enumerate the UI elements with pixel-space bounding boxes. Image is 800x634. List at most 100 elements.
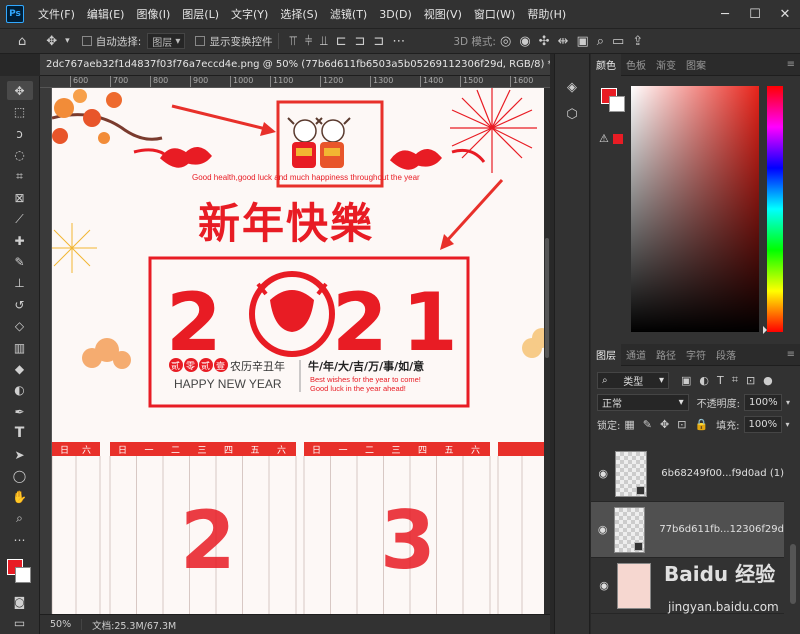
menu-help[interactable]: 帮助(H) [521, 6, 572, 22]
auto-select-checkbox[interactable] [81, 36, 92, 46]
layers-scrollbar[interactable] [790, 544, 796, 604]
lasso-tool-icon[interactable]: ↄ [7, 124, 33, 143]
align-left-icon[interactable]: ⊏ [336, 34, 347, 49]
auto-select-dropdown[interactable]: 图层 ▾ [147, 33, 186, 49]
3d-panel-icon[interactable]: ⬡ [566, 107, 577, 122]
hand-tool-icon[interactable]: ✋ [7, 488, 33, 507]
blend-mode-dropdown[interactable]: 正常 ▾ [597, 393, 689, 411]
path-select-tool-icon[interactable]: ➤ [7, 445, 33, 464]
menu-filter[interactable]: 滤镜(T) [324, 6, 373, 22]
align-hcenter-icon[interactable]: ⊐ [355, 34, 366, 49]
home-icon[interactable]: ⌂ [18, 34, 26, 49]
workspace-icon[interactable]: ▭ [612, 34, 624, 49]
more-options-icon[interactable]: ⋯ [392, 34, 405, 49]
eraser-tool-icon[interactable]: ◇ [7, 316, 33, 335]
pan-3d-icon[interactable]: ✣ [539, 34, 550, 49]
layer-row[interactable]: ◉ 6b68249f00...f9d0ad (1) [591, 446, 784, 502]
color-swatches[interactable] [5, 557, 35, 586]
scrollbar-thumb[interactable] [545, 238, 549, 358]
menu-3d[interactable]: 3D(D) [373, 8, 418, 21]
align-right-icon[interactable]: ⊐ [373, 34, 384, 49]
menu-layer[interactable]: 图层(L) [176, 6, 225, 22]
healing-brush-tool-icon[interactable]: ✚ [7, 231, 33, 250]
lock-pixels-icon[interactable]: ✎ [643, 418, 652, 431]
background-color-swatch[interactable] [14, 566, 31, 583]
tab-character[interactable]: 字符 [681, 344, 711, 366]
filter-toggle-icon[interactable]: ● [763, 374, 773, 387]
fill-field[interactable]: 100% [743, 415, 782, 433]
pen-tool-icon[interactable]: ✒ [7, 402, 33, 421]
chevron-down-icon[interactable]: ▾ [786, 398, 790, 407]
align-vcenter-icon[interactable]: ⫩ [305, 34, 312, 49]
search-icon[interactable]: ⌕ [597, 34, 604, 49]
tab-gradients[interactable]: 渐变 [651, 54, 681, 76]
menu-edit[interactable]: 编辑(E) [81, 6, 131, 22]
layer-name[interactable]: 6b68249f00...f9d0ad (1) [661, 468, 784, 479]
layer-filter-dropdown[interactable]: ⌕ 类型 ▾ [597, 371, 669, 389]
filter-smart-object-icon[interactable]: ⊡ [746, 374, 755, 387]
document-tab[interactable]: 2dc767aeb32f1d4837f03f76a7eccd4e.png @ 5… [40, 54, 550, 76]
gamut-color-swatch[interactable] [613, 134, 623, 144]
visibility-eye-icon[interactable]: ◉ [591, 579, 617, 592]
screen-mode-icon[interactable]: ▭ [7, 613, 33, 632]
stamp-tool-icon[interactable]: ⊥ [7, 274, 33, 293]
more-tools-icon[interactable]: ⋯ [7, 531, 33, 550]
blur-tool-icon[interactable]: ◆ [7, 359, 33, 378]
filter-adjustment-icon[interactable]: ◐ [699, 374, 709, 387]
orbit-3d-icon[interactable]: ◎ [500, 34, 511, 49]
close-icon[interactable]: ✕ [770, 0, 800, 28]
hue-slider-handle[interactable] [763, 326, 767, 334]
menu-type[interactable]: 文字(Y) [225, 6, 274, 22]
tab-paths[interactable]: 路径 [651, 344, 681, 366]
move-tool-icon[interactable]: ✥ [6, 81, 33, 101]
marquee-tool-icon[interactable]: ⬚ [7, 102, 33, 121]
panel-menu-icon[interactable]: ≡ [782, 54, 800, 76]
brush-tool-icon[interactable]: ✎ [7, 252, 33, 271]
filter-type-icon[interactable]: T [717, 374, 724, 387]
quick-mask-icon[interactable]: ◙ [7, 592, 33, 611]
lock-transparent-icon[interactable]: ▦ [624, 418, 634, 431]
gradient-tool-icon[interactable]: ▥ [7, 338, 33, 357]
menu-file[interactable]: 文件(F) [32, 6, 81, 22]
scale-3d-icon[interactable]: ▣ [576, 34, 588, 49]
quick-select-tool-icon[interactable]: ◌ [7, 145, 33, 164]
tab-patterns[interactable]: 图案 [681, 54, 711, 76]
hue-slider[interactable] [767, 86, 783, 332]
layer-row-selected[interactable]: ◉ 77b6d611fb...12306f29d [591, 502, 784, 558]
history-brush-tool-icon[interactable]: ↺ [7, 295, 33, 314]
background-color-swatch[interactable] [609, 96, 625, 112]
dodge-tool-icon[interactable]: ◐ [7, 381, 33, 400]
slide-3d-icon[interactable]: ⇹ [558, 34, 569, 49]
canvas-scrollbar-vertical[interactable] [544, 88, 550, 614]
chevron-down-icon[interactable]: ▾ [65, 36, 70, 46]
minimize-icon[interactable]: ─ [710, 0, 740, 28]
maximize-icon[interactable]: ☐ [740, 0, 770, 28]
zoom-tool-icon[interactable]: ⌕ [7, 509, 33, 528]
align-top-icon[interactable]: ⫪ [289, 34, 296, 49]
menu-window[interactable]: 窗口(W) [468, 6, 521, 22]
layer-name[interactable]: 77b6d611fb...12306f29d [659, 524, 784, 535]
filter-shape-icon[interactable]: ⌗ [732, 373, 738, 387]
tab-swatches[interactable]: 色板 [621, 54, 651, 76]
history-panel-icon[interactable]: ◈ [567, 80, 577, 95]
show-transform-checkbox[interactable] [195, 36, 206, 46]
filter-pixel-icon[interactable]: ▣ [681, 374, 691, 387]
zoom-level[interactable]: 50% [40, 619, 83, 630]
color-picker-field[interactable] [631, 86, 759, 332]
tab-paragraph[interactable]: 段落 [711, 344, 741, 366]
align-bottom-icon[interactable]: ⫫ [320, 34, 327, 49]
menu-view[interactable]: 视图(V) [418, 6, 468, 22]
tab-layers[interactable]: 图层 [591, 343, 621, 366]
shape-tool-icon[interactable]: ◯ [7, 466, 33, 485]
opacity-field[interactable]: 100% [743, 393, 782, 411]
type-tool-icon[interactable]: T [7, 424, 33, 443]
roll-3d-icon[interactable]: ◉ [519, 34, 530, 49]
visibility-eye-icon[interactable]: ◉ [591, 467, 615, 480]
tab-channels[interactable]: 通道 [621, 344, 651, 366]
eyedropper-tool-icon[interactable]: ⟋ [7, 209, 33, 228]
chevron-down-icon[interactable]: ▾ [786, 420, 790, 429]
move-tool-icon[interactable]: ✥ [46, 34, 57, 49]
crop-tool-icon[interactable]: ⌗ [7, 167, 33, 186]
menu-image[interactable]: 图像(I) [130, 6, 176, 22]
menu-select[interactable]: 选择(S) [274, 6, 324, 22]
